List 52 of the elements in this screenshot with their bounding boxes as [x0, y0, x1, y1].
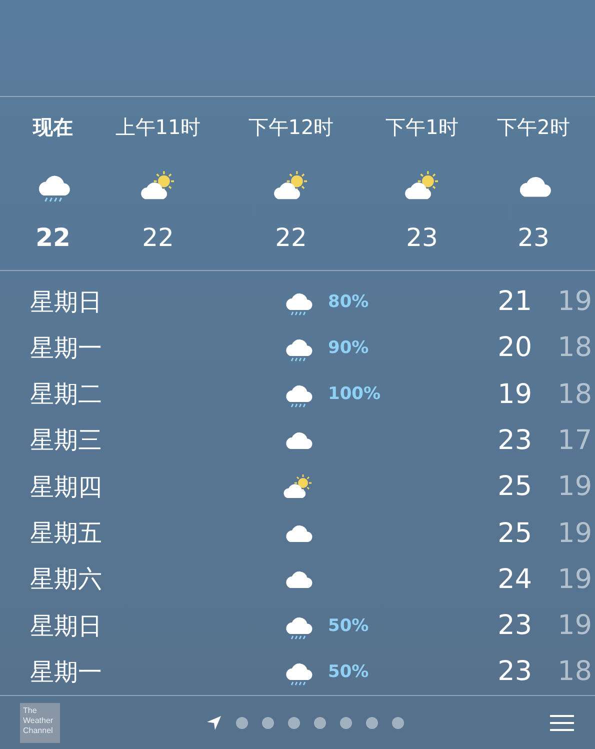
low-temperature: 19	[556, 564, 592, 595]
high-temperature: 21	[496, 286, 532, 318]
page-dot[interactable]	[236, 716, 248, 729]
rain-chance: 50%	[327, 662, 370, 682]
hour-label: 上午11时	[115, 114, 201, 141]
low-temperature: 19	[556, 286, 592, 318]
high-temperature: 23	[496, 656, 532, 688]
page-dot[interactable]	[392, 716, 404, 729]
day-name: 星期四	[30, 472, 103, 503]
rain-chance: 90%	[327, 338, 370, 358]
hour-temperature: 22	[275, 222, 307, 252]
high-temperature: 25	[496, 471, 532, 502]
day-name: 星期一	[30, 656, 103, 688]
low-temperature: 19	[556, 610, 592, 642]
high-temperature: 24	[496, 564, 532, 595]
high-temperature: 23	[496, 424, 532, 456]
low-temperature: 18	[556, 656, 592, 688]
page-dot[interactable]	[314, 716, 326, 729]
day-name: 星期三	[30, 425, 103, 456]
hour-label: 下午12时	[248, 114, 334, 141]
day-name: 星期二	[30, 379, 103, 410]
low-temperature: 17	[556, 424, 592, 456]
high-temperature: 19	[496, 378, 532, 410]
high-temperature: 23	[496, 610, 532, 642]
day-name: 星期六	[30, 564, 103, 596]
page-dot[interactable]	[288, 716, 300, 729]
hour-label: 下午1时	[386, 114, 458, 141]
low-temperature: 18	[556, 378, 592, 410]
hour-label: 下午2时	[497, 114, 570, 141]
list-icon[interactable]	[549, 714, 575, 732]
weather-channel-logo[interactable]: The Weather Channel	[20, 702, 60, 743]
hour-temperature: 23	[518, 222, 550, 252]
hour-label: 现在	[33, 114, 73, 141]
day-name: 星期五	[30, 518, 103, 550]
location-arrow-icon[interactable]	[206, 714, 222, 731]
page-dot[interactable]	[262, 716, 274, 729]
low-temperature: 19	[556, 471, 592, 502]
hour-temperature: 23	[406, 222, 438, 252]
rain-chance: 100%	[327, 384, 382, 404]
high-temperature: 25	[496, 518, 532, 549]
low-temperature: 18	[556, 332, 592, 364]
hour-temperature: 22	[142, 222, 174, 252]
page-dot[interactable]	[340, 716, 352, 729]
hour-temperature: 22	[36, 222, 70, 252]
page-dot[interactable]	[366, 716, 378, 729]
rain-chance: 50%	[327, 616, 370, 636]
rain-chance: 80%	[327, 292, 370, 312]
day-name: 星期日	[30, 286, 103, 318]
day-name: 星期一	[30, 332, 103, 364]
low-temperature: 19	[556, 518, 592, 549]
high-temperature: 20	[496, 332, 532, 364]
day-name: 星期日	[30, 610, 103, 642]
